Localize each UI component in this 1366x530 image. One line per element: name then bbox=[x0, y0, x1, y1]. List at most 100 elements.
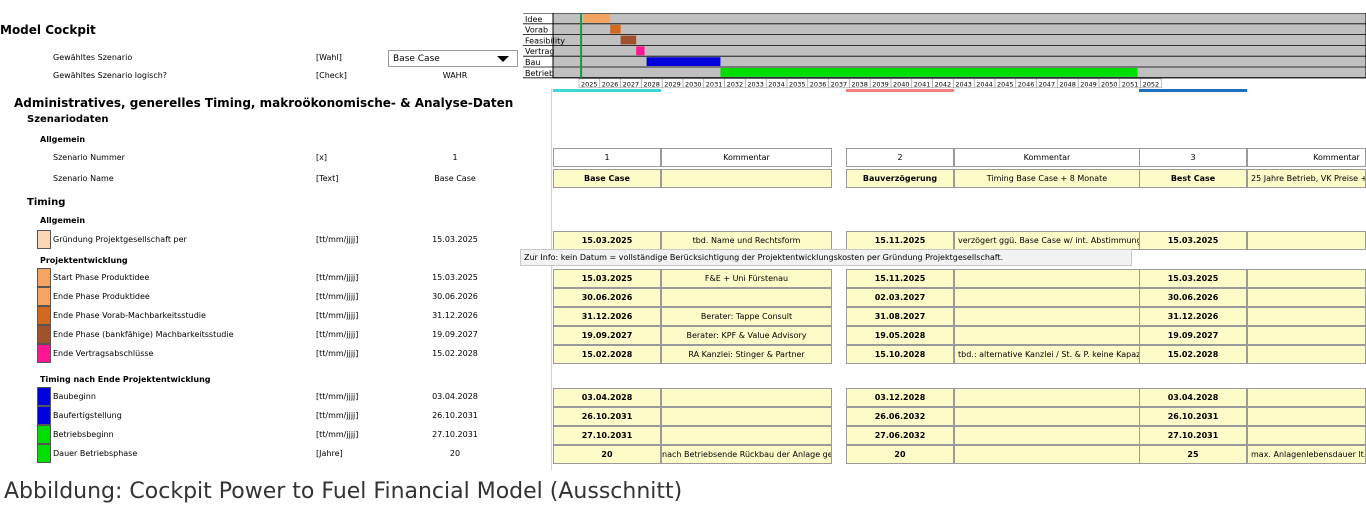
scenario-1-comment-cell[interactable]: Berater: KPF & Value Advisory bbox=[661, 326, 832, 345]
scenario-dropdown[interactable]: Base Case bbox=[388, 50, 518, 67]
scenario-2-value-cell[interactable]: 15.11.2025 bbox=[846, 269, 954, 288]
scenario-1-comment-cell[interactable]: F&E + Uni Fürstenau bbox=[661, 269, 832, 288]
scenario-2-comment-cell[interactable] bbox=[954, 326, 1140, 345]
gantt-row-label: Idee bbox=[525, 15, 542, 24]
scenario-1-value-cell[interactable]: 30.06.2026 bbox=[553, 288, 661, 307]
phase-color-swatch bbox=[37, 344, 51, 363]
scenario-1-value-cell[interactable]: 15.03.2025 bbox=[553, 231, 661, 250]
scenario-3-number[interactable]: 3 bbox=[1139, 148, 1247, 167]
scenario-3-value-cell[interactable]: 26.10.2031 bbox=[1139, 407, 1247, 426]
scenario-3-comment-cell[interactable] bbox=[1247, 426, 1366, 445]
scenario-2-name[interactable]: Bauverzögerung bbox=[846, 169, 954, 188]
scenario-2-value-cell[interactable]: 20 bbox=[846, 445, 954, 464]
timing-row-value: 15.03.2025 bbox=[432, 235, 478, 244]
projektentwicklung-heading: Projektentwicklung bbox=[40, 256, 128, 265]
timing-row-label: Ende Phase Vorab-Machbarkeitsstudie bbox=[53, 311, 206, 320]
scenario-2-value-cell[interactable]: 03.12.2028 bbox=[846, 388, 954, 407]
scenario-3-value-cell[interactable]: 19.09.2027 bbox=[1139, 326, 1247, 345]
scenario-3-value-cell[interactable]: 15.03.2025 bbox=[1139, 231, 1247, 250]
scenario-1-comment-cell[interactable] bbox=[661, 407, 832, 426]
scenario-3-comment-cell[interactable] bbox=[1247, 345, 1366, 364]
gantt-year-label: 2043 bbox=[955, 80, 972, 88]
timing-row-label: Gründung Projektgesellschaft per bbox=[53, 235, 187, 244]
gantt-row-label: Feasibility bbox=[525, 36, 565, 45]
scenario-1-name-comment[interactable] bbox=[661, 169, 832, 188]
scenario-3-value-cell[interactable]: 25 bbox=[1139, 445, 1247, 464]
scenario-3-comment-cell[interactable] bbox=[1247, 288, 1366, 307]
scenario-1-name[interactable]: Base Case bbox=[553, 169, 661, 188]
scenario-1-comment-header: Kommentar bbox=[661, 148, 832, 167]
page-title: Model Cockpit bbox=[0, 23, 96, 37]
scenario-3-value-cell[interactable]: 03.04.2028 bbox=[1139, 388, 1247, 407]
scenario-2-comment-cell[interactable] bbox=[954, 388, 1140, 407]
scenario-3-name-comment[interactable]: 25 Jahre Betrieb, VK Preise +10% bbox=[1247, 169, 1366, 188]
scenario-1-comment-cell[interactable]: nach Betriebsende Rückbau der Anlage gep… bbox=[661, 445, 832, 464]
scenario-2-comment-cell[interactable] bbox=[954, 269, 1140, 288]
scenario-2-number[interactable]: 2 bbox=[846, 148, 954, 167]
scenario-2-name-comment[interactable]: Timing Base Case + 8 Monate bbox=[954, 169, 1140, 188]
scenario-1-value-cell[interactable]: 27.10.2031 bbox=[553, 426, 661, 445]
scenario-3-comment-cell[interactable]: max. Anlagenlebensdauer lt. Hersteller bbox=[1247, 445, 1366, 464]
scenario-1-value-cell[interactable]: 26.10.2031 bbox=[553, 407, 661, 426]
gantt-bar-betrieb bbox=[720, 68, 1138, 77]
scenario-2-value-cell[interactable]: 26.06.2032 bbox=[846, 407, 954, 426]
scenario-1-number[interactable]: 1 bbox=[553, 148, 661, 167]
figure-caption: Abbildung: Cockpit Power to Fuel Financi… bbox=[4, 479, 683, 504]
scenario-3-comment-cell[interactable] bbox=[1247, 407, 1366, 426]
scenario-3-value-cell[interactable]: 31.12.2026 bbox=[1139, 307, 1247, 326]
scenario-1-comment-cell[interactable] bbox=[661, 288, 832, 307]
scenario-number-unit: [x] bbox=[316, 153, 327, 162]
scenario-1-comment-cell[interactable]: tbd. Name und Rechtsform bbox=[661, 231, 832, 250]
scenario-number-value: 1 bbox=[452, 153, 458, 162]
timing-row-unit: [Jahre] bbox=[316, 449, 343, 458]
scenario-2-value-cell[interactable]: 31.08.2027 bbox=[846, 307, 954, 326]
scenario-3-comment-cell[interactable] bbox=[1247, 388, 1366, 407]
timing-row-value: 27.10.2031 bbox=[432, 430, 478, 439]
scenario-3-value-cell[interactable]: 15.02.2028 bbox=[1139, 345, 1247, 364]
scenario-1-comment-cell[interactable] bbox=[661, 388, 832, 407]
scenario-2-comment-cell[interactable]: tbd.: alternative Kanzlei / St. & P. kei… bbox=[954, 345, 1140, 364]
scenario-3-value-cell[interactable]: 15.03.2025 bbox=[1139, 269, 1247, 288]
gantt-year-label: 2035 bbox=[789, 80, 806, 88]
scenario-1-comment-cell[interactable] bbox=[661, 426, 832, 445]
scenario-2-comment-cell[interactable] bbox=[954, 407, 1140, 426]
scenario-2-comment-cell[interactable] bbox=[954, 307, 1140, 326]
timing-nach-projektentwicklung-heading: Timing nach Ende Projektentwicklung bbox=[40, 375, 211, 384]
scenario-2-value-cell[interactable]: 27.06.2032 bbox=[846, 426, 954, 445]
column-divider bbox=[551, 89, 552, 470]
scenario-2-comment-cell[interactable] bbox=[954, 288, 1140, 307]
phase-color-swatch bbox=[37, 287, 51, 306]
scenario-2-comment-cell[interactable] bbox=[954, 445, 1140, 464]
scenario-3-comment-cell[interactable] bbox=[1247, 326, 1366, 345]
scenario-2-comment-cell[interactable]: verzögert ggü. Base Case w/ int. Abstimm… bbox=[954, 231, 1140, 250]
timing-row-value: 19.09.2027 bbox=[432, 330, 478, 339]
scenario-3-value-cell[interactable]: 27.10.2031 bbox=[1139, 426, 1247, 445]
gantt-year-label: 2033 bbox=[747, 80, 764, 88]
scenario-1-comment-cell[interactable]: Berater: Tappe Consult bbox=[661, 307, 832, 326]
scenario-3-name[interactable]: Best Case bbox=[1139, 169, 1247, 188]
scenario-2-comment-cell[interactable] bbox=[954, 426, 1140, 445]
scenario-1-comment-cell[interactable]: RA Kanzlei: Stinger & Partner bbox=[661, 345, 832, 364]
scenario-2-value-cell[interactable]: 02.03.2027 bbox=[846, 288, 954, 307]
scenario-3-value-cell[interactable]: 30.06.2026 bbox=[1139, 288, 1247, 307]
scenario-1-value-cell[interactable]: 19.09.2027 bbox=[553, 326, 661, 345]
gantt-year-label: 2041 bbox=[914, 80, 931, 88]
scenario-1-value-cell[interactable]: 15.02.2028 bbox=[553, 345, 661, 364]
scenario-2-value-cell[interactable]: 15.11.2025 bbox=[846, 231, 954, 250]
scenario-3-comment-cell[interactable] bbox=[1247, 231, 1366, 250]
gantt-year-label: 2042 bbox=[935, 80, 952, 88]
scenario-3-comment-cell[interactable] bbox=[1247, 269, 1366, 288]
scenario-1-value-cell[interactable]: 03.04.2028 bbox=[553, 388, 661, 407]
gantt-year-label: 2031 bbox=[706, 80, 723, 88]
scenario-name-value: Base Case bbox=[434, 174, 476, 183]
scenario-1-value-cell[interactable]: 20 bbox=[553, 445, 661, 464]
timing-row-value: 03.04.2028 bbox=[432, 392, 478, 401]
gantt-bar-feasibility bbox=[620, 35, 637, 45]
timing-row-label: Start Phase Produktidee bbox=[53, 273, 150, 282]
scenario-2-value-cell[interactable]: 19.05.2028 bbox=[846, 326, 954, 345]
scenario-2-value-cell[interactable]: 15.10.2028 bbox=[846, 345, 954, 364]
chevron-down-icon[interactable] bbox=[497, 56, 509, 62]
scenario-3-comment-cell[interactable] bbox=[1247, 307, 1366, 326]
scenario-1-value-cell[interactable]: 31.12.2026 bbox=[553, 307, 661, 326]
scenario-1-value-cell[interactable]: 15.03.2025 bbox=[553, 269, 661, 288]
